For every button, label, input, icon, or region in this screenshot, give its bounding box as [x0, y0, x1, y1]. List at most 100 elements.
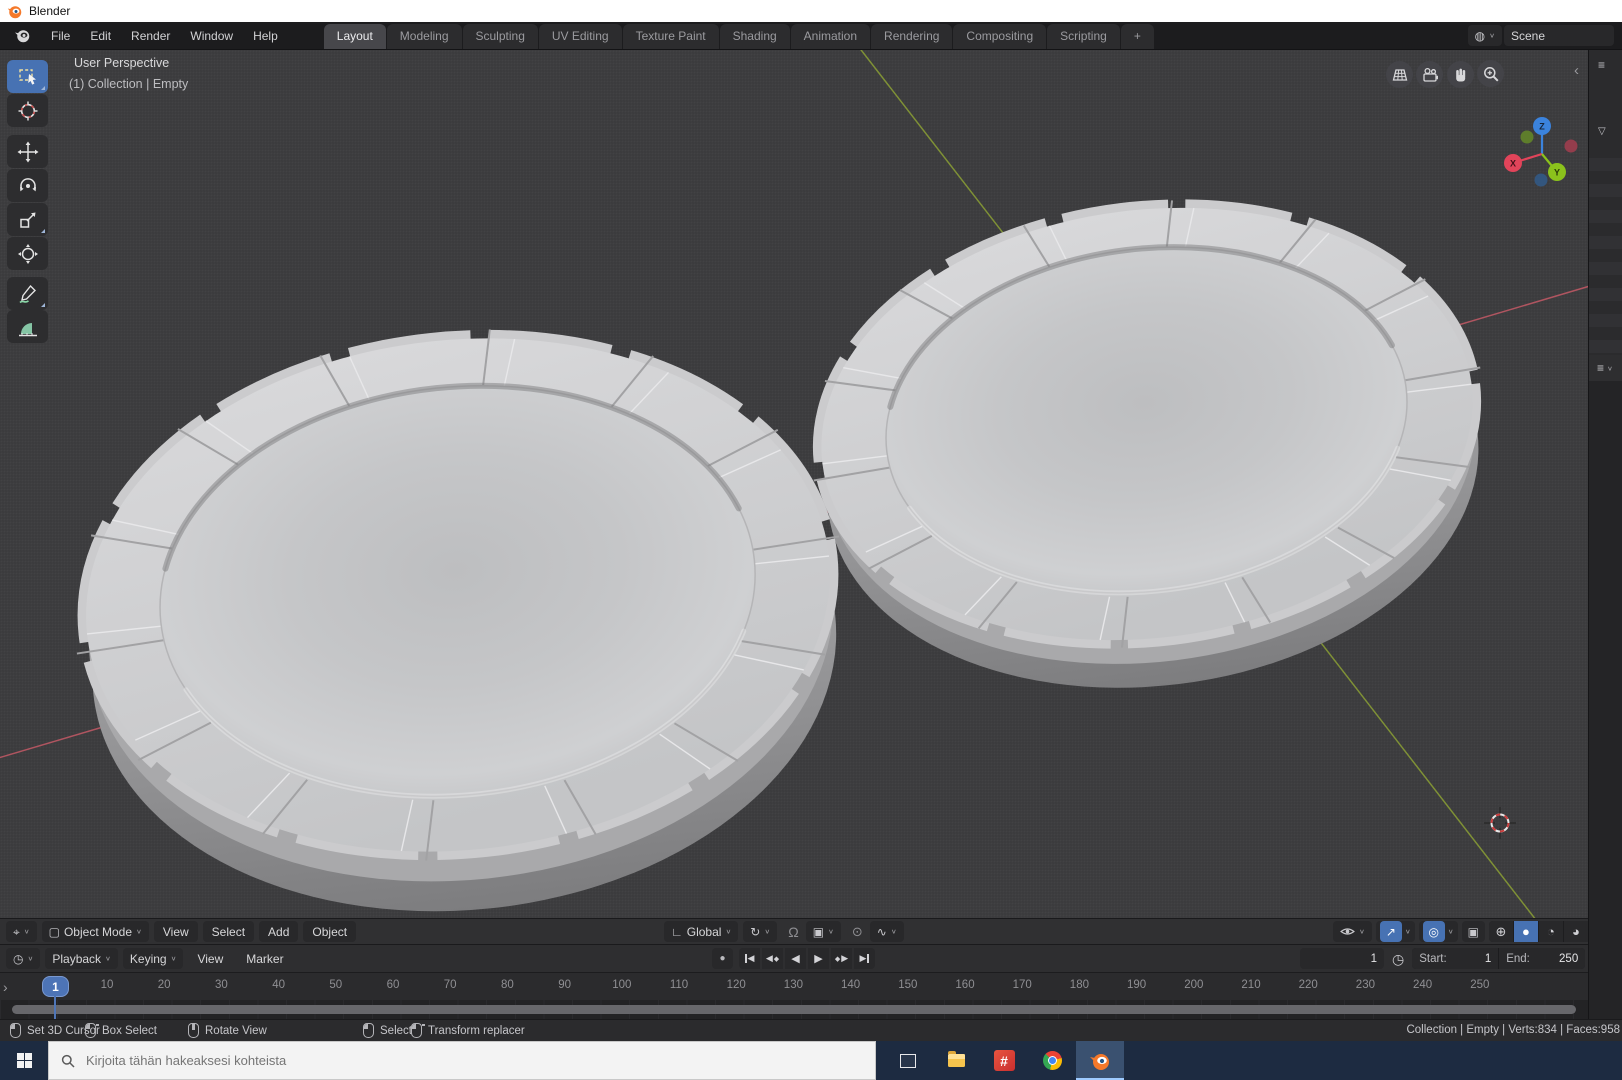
file-explorer-button[interactable]: [932, 1041, 980, 1080]
start-button[interactable]: [0, 1041, 48, 1080]
object-mode-icon: ▢: [49, 926, 60, 938]
zoom-view-button[interactable]: [1477, 60, 1504, 87]
hash-app-button[interactable]: #: [980, 1041, 1028, 1080]
snap-magnet-toggle[interactable]: Ω: [788, 925, 798, 939]
outliner-panel[interactable]: ≡ ▽: [1589, 50, 1622, 355]
navigation-gizmo[interactable]: Z X Y: [1504, 104, 1584, 196]
show-overlays-toggle[interactable]: ◎ ∨: [1419, 921, 1458, 942]
timeline-expand-arrow[interactable]: ›: [3, 979, 8, 995]
xray-toggle[interactable]: ▣: [1462, 921, 1485, 942]
workspace-tab[interactable]: Layout: [324, 24, 386, 49]
shading-mode-group: ⊕ ● ◔ ◕ ∨: [1489, 921, 1588, 942]
workspace-tab[interactable]: Modeling: [387, 24, 462, 49]
frame-start-field[interactable]: Start: 1: [1412, 948, 1498, 969]
add-menu[interactable]: Add: [259, 921, 298, 942]
workspace-tab[interactable]: Shading: [720, 24, 790, 49]
cursor-tool-button[interactable]: [7, 94, 48, 127]
timeline-marker-menu[interactable]: Marker: [237, 948, 292, 969]
view-menu[interactable]: View: [154, 921, 198, 942]
viewport-3d[interactable]: User Perspective (1) Collection | Empty: [0, 50, 1588, 918]
timeline-scrollbar[interactable]: [12, 1005, 1576, 1014]
sidebar-collapse-arrow[interactable]: ‹: [1574, 62, 1579, 79]
outliner-list-icon[interactable]: ≡: [1598, 58, 1605, 72]
select-box-tool-button[interactable]: [7, 60, 48, 93]
current-frame-field[interactable]: 1: [1300, 948, 1384, 969]
overlays-icon[interactable]: ◎: [1423, 921, 1445, 942]
previous-keyframe-button[interactable]: ◀◆: [762, 948, 783, 969]
workspace-tab[interactable]: Compositing: [953, 24, 1046, 49]
menu-item[interactable]: File: [41, 26, 80, 46]
snap-target-dropdown[interactable]: ▣ ∨: [806, 921, 841, 942]
timeline-track[interactable]: [0, 1000, 1588, 1019]
annotate-tool-button[interactable]: [7, 277, 48, 310]
workspace-tab[interactable]: +: [1121, 24, 1154, 49]
timeline-editor-type-button[interactable]: ◷ ∨: [6, 948, 40, 969]
select-menu[interactable]: Select: [203, 921, 254, 942]
shading-wireframe-button[interactable]: ⊕: [1489, 921, 1513, 942]
gizmo-axis-neg-y[interactable]: [1521, 131, 1534, 144]
pan-view-button[interactable]: [1447, 61, 1474, 88]
scene-name-field[interactable]: Scene: [1504, 25, 1614, 46]
pivot-point-dropdown[interactable]: ↻ ∨: [743, 921, 777, 942]
blender-taskbar-button[interactable]: [1076, 1041, 1124, 1080]
show-gizmo-toggle[interactable]: ↗ ∨: [1376, 921, 1415, 942]
jump-to-end-button[interactable]: ▶: [854, 948, 875, 969]
mouse-left-icon: [363, 1023, 374, 1038]
object-menu[interactable]: Object: [303, 921, 356, 942]
camera-view-button[interactable]: [1416, 61, 1443, 88]
workspace-tab[interactable]: Sculpting: [463, 24, 538, 49]
workspace-tab[interactable]: Animation: [791, 24, 870, 49]
mode-dropdown[interactable]: ▢ Object Mode ∨: [42, 921, 149, 942]
timeline-ruler[interactable]: › 1 102030405060708090100110120130140150…: [0, 972, 1588, 1000]
play-button[interactable]: ▶: [808, 948, 829, 969]
menu-item[interactable]: Edit: [80, 26, 121, 46]
viewport-canvas[interactable]: [0, 50, 1588, 918]
blender-app-icon[interactable]: [14, 28, 31, 43]
workspace-tab[interactable]: Rendering: [871, 24, 952, 49]
move-tool-button[interactable]: [7, 135, 48, 168]
taskbar-search-box[interactable]: [48, 1041, 876, 1080]
shading-material-button[interactable]: ◔: [1539, 921, 1563, 942]
frame-end-field[interactable]: End: 250: [1499, 948, 1585, 969]
transform-orientation-dropdown[interactable]: ∟ Global ∨: [664, 921, 738, 942]
gizmo-arrow-icon[interactable]: ↗: [1380, 921, 1402, 942]
timeline-view-menu[interactable]: View: [188, 948, 232, 969]
workspace-tab[interactable]: UV Editing: [539, 24, 622, 49]
menu-item[interactable]: Help: [243, 26, 288, 46]
scale-tool-button[interactable]: [7, 203, 48, 236]
proportional-editing-toggle[interactable]: ⊙: [852, 925, 863, 938]
jump-to-start-button[interactable]: ◀: [739, 948, 760, 969]
outliner-filter-icon[interactable]: ▽: [1598, 126, 1606, 137]
shading-rendered-button[interactable]: ◕: [1564, 921, 1588, 942]
orthographic-grid-button[interactable]: [1386, 61, 1413, 88]
menu-item[interactable]: Render: [121, 26, 180, 46]
gizmo-axis-neg-z[interactable]: [1535, 174, 1548, 187]
play-reverse-button[interactable]: ◀: [785, 948, 806, 969]
workspace-tab[interactable]: Texture Paint: [623, 24, 719, 49]
task-view-button[interactable]: [884, 1041, 932, 1080]
transform-tool-button[interactable]: [7, 237, 48, 270]
playhead-line[interactable]: [54, 996, 56, 1019]
current-frame-indicator[interactable]: 1: [42, 976, 69, 997]
keying-dropdown[interactable]: Keying ∨: [123, 948, 184, 969]
chrome-button[interactable]: [1028, 1041, 1076, 1080]
ruler-frame-number: 120: [727, 979, 746, 991]
properties-editor-type-button[interactable]: ≡ ∨: [1589, 355, 1622, 381]
workspace-tab[interactable]: Scripting: [1047, 24, 1120, 49]
next-keyframe-button[interactable]: ◆▶: [831, 948, 852, 969]
menu-item[interactable]: Window: [180, 26, 243, 46]
ruler-frame-number: 240: [1413, 979, 1432, 991]
search-input[interactable]: [84, 1052, 828, 1069]
record-button[interactable]: ●: [712, 948, 733, 969]
editor-type-button[interactable]: ⌖ ∨: [6, 921, 37, 942]
measure-tool-button[interactable]: [7, 310, 48, 343]
mesh-objects[interactable]: [48, 166, 1514, 918]
object-visibility-dropdown[interactable]: ∨: [1333, 921, 1372, 942]
scene-browser-button[interactable]: ◍ ∨: [1468, 25, 1502, 46]
playback-dropdown[interactable]: Playback ∨: [45, 948, 118, 969]
falloff-dropdown[interactable]: ∿ ∨: [870, 921, 904, 942]
shading-solid-button[interactable]: ●: [1514, 921, 1538, 942]
rotate-tool-button[interactable]: [7, 169, 48, 202]
gizmo-axis-neg-x[interactable]: [1565, 140, 1578, 153]
stopwatch-icon[interactable]: ◷: [1392, 952, 1404, 966]
